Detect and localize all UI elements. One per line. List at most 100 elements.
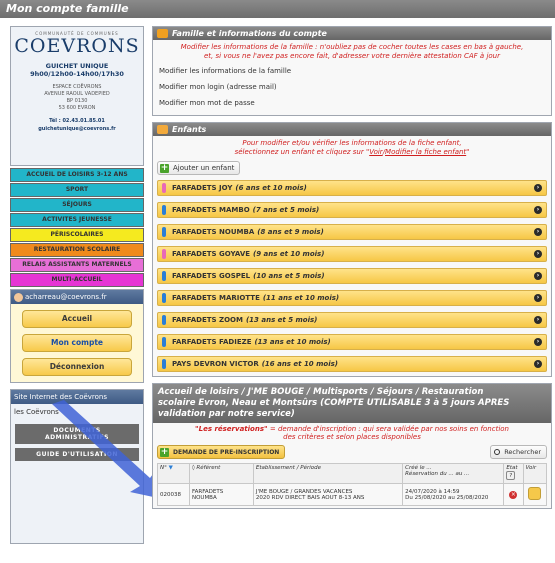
- plus-icon: +: [160, 446, 169, 457]
- service-sport[interactable]: SPORT: [10, 183, 144, 197]
- add-child-button[interactable]: + Ajouter un enfant: [157, 161, 241, 175]
- account-email: acharreau@coevrons.fr: [25, 293, 107, 301]
- contact-email[interactable]: guichetunique@coevrons.fr: [14, 125, 140, 133]
- child-item[interactable]: FARFADETS MAMBO (7 ans et 5 mois) ›: [157, 202, 547, 218]
- service-accueil-loisirs[interactable]: ACCUEIL DE LOISIRS 3-12 ANS: [10, 168, 144, 182]
- expand-icon[interactable]: ›: [534, 228, 542, 236]
- children-icon: [157, 125, 168, 134]
- edit-login-link[interactable]: Modifier mon login (adresse mail): [153, 79, 551, 95]
- child-item[interactable]: FARFADETS MARIOTTE (11 ans et 10 mois) ›: [157, 290, 547, 306]
- cell-etat: ×: [503, 483, 524, 506]
- child-icon: [162, 205, 166, 215]
- cell-dates: 24/07/2020 à 14:59 Du 25/08/2020 au 25/08…: [402, 483, 505, 506]
- reservation-note-rest: = demande d'inscription : qui sera valid…: [267, 425, 509, 433]
- child-item[interactable]: FARFADETS FADIEZE (13 ans et 10 mois) ›: [157, 334, 547, 350]
- service-multi-accueil[interactable]: MULTI-ACCUEIL: [10, 273, 144, 287]
- col-etat[interactable]: Etat?: [503, 463, 524, 484]
- child-icon: [162, 359, 166, 369]
- child-name: FARFADETS NOUMBA: [172, 228, 255, 236]
- search-button[interactable]: Rechercher: [490, 445, 547, 459]
- child-item[interactable]: FARFADETS ZOOM (13 ans et 5 mois) ›: [157, 312, 547, 328]
- family-panel-header: Famille et informations du compte: [153, 27, 551, 40]
- reservation-note: "Les réservations" = demande d'inscripti…: [153, 423, 551, 443]
- child-item[interactable]: FARFADETS NOUMBA (8 ans et 9 mois) ›: [157, 224, 547, 240]
- coevrons-logo[interactable]: COEVRONS: [14, 36, 140, 56]
- address-line: ESPACE COËVRONS: [52, 84, 102, 90]
- expand-icon[interactable]: ›: [534, 272, 542, 280]
- edit-family-link[interactable]: Modifier les informations de la famille: [153, 61, 551, 79]
- logout-button[interactable]: Déconnexion: [22, 358, 132, 376]
- children-list: FARFADETS JOY (6 ans et 10 mois) › FARFADE…: [153, 180, 551, 372]
- table-row[interactable]: 020038 FARFADETS NOUMBA J'ME BOUGE / GRAN…: [157, 483, 548, 506]
- child-age: (6 ans et 10 mois): [235, 184, 307, 192]
- child-item[interactable]: FARFADETS GOSPEL (10 ans et 5 mois) ›: [157, 268, 547, 284]
- service-periscolaires[interactable]: PÉRISCOLAIRES: [10, 228, 144, 242]
- cell-num: 020038: [157, 483, 190, 506]
- expand-icon[interactable]: ›: [534, 294, 542, 302]
- child-icon: [162, 293, 166, 303]
- children-note-suffix: ": [466, 148, 470, 156]
- child-age: (7 ans et 5 mois): [252, 206, 320, 214]
- child-age: (10 ans et 5 mois): [253, 272, 325, 280]
- edit-password-link[interactable]: Modifier mon mot de passe: [153, 95, 551, 115]
- main-content: Famille et informations du compte Modifi…: [152, 26, 552, 509]
- user-guide-button[interactable]: GUIDE D'UTILISATION: [15, 448, 139, 461]
- child-name: FARFADETS FADIEZE: [172, 338, 252, 346]
- children-note-prefix: sélectionnez un enfant et cliquez sur ": [234, 148, 370, 156]
- account-header: acharreau@coevrons.fr: [11, 290, 143, 304]
- child-name: FARFADETS GOSPEL: [172, 272, 251, 280]
- children-note-line2: sélectionnez un enfant et cliquez sur "V…: [153, 148, 551, 157]
- col-voir-label: Voir: [525, 465, 537, 471]
- child-item[interactable]: FARFADETS GOYAVE (9 ans et 10 mois) ›: [157, 246, 547, 262]
- guichet-hours: 9h00/12h00-14h00/17h30: [30, 70, 124, 78]
- family-warning-line2: et, si vous ne l'avez pas encore fait, d…: [204, 52, 500, 60]
- website-link[interactable]: les Coëvrons: [11, 404, 143, 420]
- my-account-button[interactable]: Mon compte: [22, 334, 132, 352]
- child-item[interactable]: PAYS DEVRON VICTOR (16 ans et 10 mois) ›: [157, 356, 547, 372]
- service-sejours[interactable]: SÉJOURS: [10, 198, 144, 212]
- child-age: (8 ans et 9 mois): [257, 228, 324, 236]
- children-panel-header: Enfants: [153, 123, 551, 136]
- children-panel: Enfants Pour modifier et/ou vérifier les…: [152, 122, 552, 377]
- expand-icon[interactable]: ›: [534, 184, 542, 192]
- col-dates[interactable]: Créé le ... Réservation du ... au ...: [402, 463, 505, 484]
- view-button[interactable]: [528, 487, 542, 500]
- child-icon: [162, 249, 166, 259]
- reservation-table: N° ▼ ◊ Référent Etablissement / Période …: [157, 463, 548, 506]
- expand-icon[interactable]: ›: [534, 206, 542, 214]
- service-activites-jeunesse[interactable]: ACTIVITES JEUNESSE: [10, 213, 144, 227]
- window-title-bar: Mon compte famille: [0, 0, 555, 18]
- leisure-title-line2: scolaire Evron, Neau et Montsûrs (COMPTE…: [158, 398, 510, 408]
- guichet-title: GUICHET UNIQUE: [45, 62, 109, 70]
- service-restauration-scolaire[interactable]: RESTAURATION SCOLAIRE: [10, 243, 144, 257]
- search-icon: [494, 449, 501, 455]
- child-item[interactable]: FARFADETS JOY (6 ans et 10 mois) ›: [157, 180, 547, 196]
- child-age: (13 ans et 10 mois): [254, 338, 331, 346]
- address-line: 53 600 EVRON: [58, 105, 96, 111]
- col-referent-label: ◊ Référent: [191, 465, 221, 471]
- voir-link[interactable]: Voir: [369, 148, 382, 156]
- home-button[interactable]: Accueil: [22, 310, 132, 328]
- help-icon[interactable]: ?: [506, 471, 516, 480]
- modifier-fiche-link[interactable]: Modifier la fiche enfant: [385, 148, 466, 156]
- col-referent[interactable]: ◊ Référent: [188, 463, 254, 484]
- col-voir: Voir: [522, 463, 548, 484]
- documents-button[interactable]: DOCUMENTS ADMINISTRATIFS: [15, 424, 139, 444]
- guichet-info-box: COMMUNAUTÉ DE COMMUNES COEVRONS GUICHET …: [10, 26, 144, 166]
- expand-icon[interactable]: ›: [534, 250, 542, 258]
- col-etablissement[interactable]: Etablissement / Période: [252, 463, 404, 484]
- address-line: AVENUE RAOUL VADEPIED: [44, 91, 110, 97]
- expand-icon[interactable]: ›: [534, 338, 542, 346]
- leisure-title-line3: validation par notre service): [158, 409, 295, 419]
- expand-icon[interactable]: ›: [534, 360, 542, 368]
- expand-icon[interactable]: ›: [534, 316, 542, 324]
- service-relais-assistants[interactable]: RELAIS ASSISTANTS MATERNELS: [10, 258, 144, 272]
- reservation-toolbar: + DEMANDE DE PRE-INSCRIPTION Rechercher: [153, 443, 551, 461]
- child-age: (9 ans et 10 mois): [253, 250, 325, 258]
- col-num-label: N°: [160, 465, 167, 471]
- children-panel-title: Enfants: [172, 125, 207, 134]
- child-age: (13 ans et 5 mois): [245, 316, 318, 324]
- status-cancelled-icon: ×: [509, 490, 518, 499]
- col-num[interactable]: N° ▼: [157, 463, 190, 484]
- pre-registration-button[interactable]: + DEMANDE DE PRE-INSCRIPTION: [157, 445, 286, 459]
